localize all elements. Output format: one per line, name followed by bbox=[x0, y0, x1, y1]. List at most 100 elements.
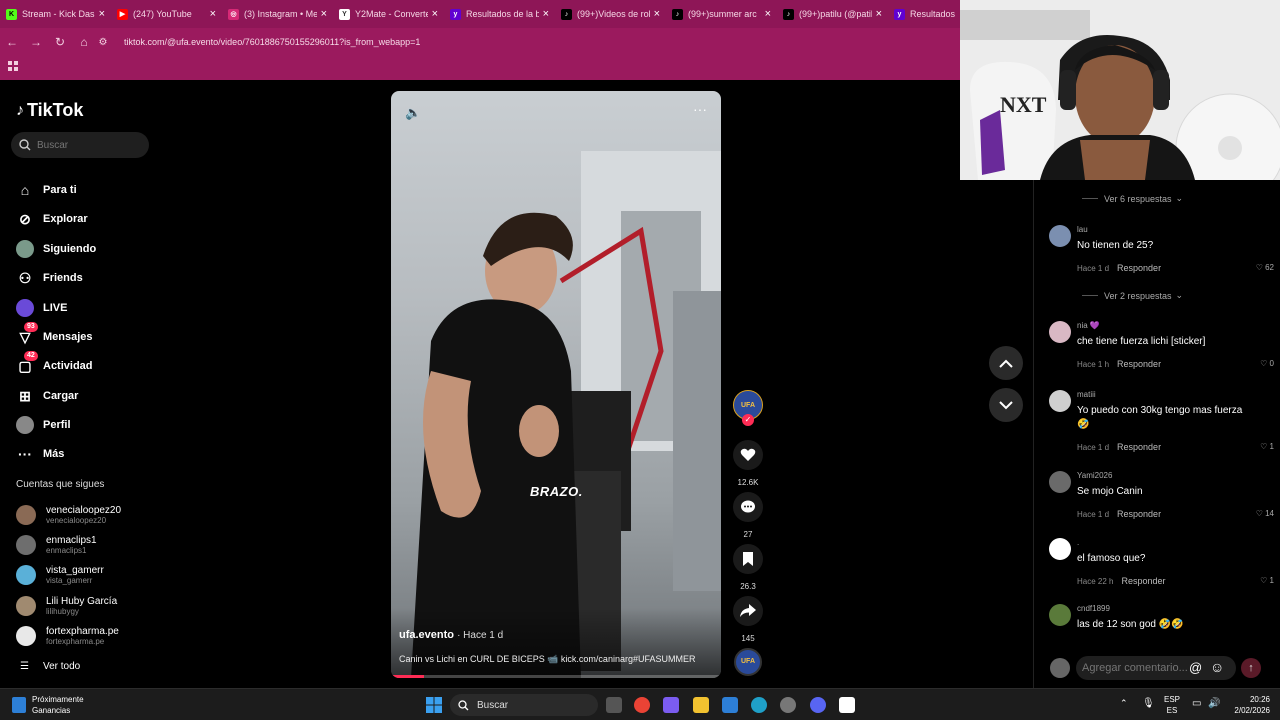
comment-user[interactable]: cndf1899 bbox=[1077, 604, 1110, 613]
following-account[interactable]: venecialoopez20 venecialoopez20 bbox=[16, 502, 121, 528]
edge-icon[interactable] bbox=[751, 697, 767, 713]
search-input[interactable] bbox=[37, 139, 137, 151]
reply-button[interactable]: Responder bbox=[1117, 263, 1161, 273]
nav-item-friends[interactable]: ⚇ Friends bbox=[16, 268, 83, 288]
mic-icon[interactable]: 🎙 bbox=[1142, 698, 1155, 709]
more-options-icon[interactable]: ··· bbox=[693, 101, 707, 117]
view-replies-2[interactable]: Ver 2 respuestas ⌄ bbox=[1082, 290, 1183, 301]
browser-tab[interactable]: Y Y2Mate - Converter × bbox=[333, 2, 444, 26]
nav-item-perfil[interactable]: Perfil bbox=[16, 415, 71, 435]
apps-grid-icon[interactable] bbox=[8, 61, 19, 72]
following-account[interactable]: fortexpharma.pe fortexpharma.pe bbox=[16, 623, 119, 649]
url-field[interactable]: tiktok.com/@ufa.evento/video/76018867501… bbox=[124, 37, 420, 47]
close-tab-icon[interactable]: × bbox=[99, 8, 105, 20]
nav-item-explorar[interactable]: ⊘ Explorar bbox=[16, 209, 88, 229]
browser-tab[interactable]: K Stream - Kick Dash × bbox=[0, 2, 111, 26]
avatar[interactable] bbox=[1049, 225, 1071, 247]
follow-check-icon[interactable]: ✓ bbox=[742, 414, 754, 426]
volume-icon[interactable]: 🔈 bbox=[405, 105, 421, 121]
taskbar-search[interactable]: Buscar bbox=[450, 694, 598, 716]
next-video-button[interactable] bbox=[989, 388, 1023, 422]
browser-tab[interactable]: ▶ (247) YouTube × bbox=[111, 2, 222, 26]
reload-icon[interactable]: ↻ bbox=[48, 35, 72, 49]
task-view-icon[interactable] bbox=[606, 697, 622, 713]
comment-user[interactable]: lau bbox=[1077, 225, 1088, 234]
nav-item-cargar[interactable]: ⊞ Cargar bbox=[16, 386, 78, 406]
copilot-icon[interactable] bbox=[663, 697, 679, 713]
nav-item-ms[interactable]: ··· Más bbox=[16, 444, 64, 464]
monitor-icon[interactable]: ▭ bbox=[1192, 698, 1201, 709]
close-tab-icon[interactable]: × bbox=[654, 8, 660, 20]
site-info-icon[interactable]: ⚙ bbox=[96, 37, 110, 48]
reply-button[interactable]: Responder bbox=[1117, 442, 1161, 452]
discord-icon[interactable] bbox=[810, 697, 826, 713]
close-tab-icon[interactable]: × bbox=[321, 8, 327, 20]
comment-like-button[interactable]: ♡ 1 bbox=[1260, 576, 1274, 585]
close-tab-icon[interactable]: × bbox=[432, 8, 438, 20]
video-author[interactable]: ufa.evento · Hace 1 d bbox=[399, 629, 503, 641]
send-icon[interactable]: ↑ bbox=[1241, 658, 1261, 678]
clock[interactable]: 20:26 2/02/2026 bbox=[1226, 694, 1270, 716]
emoji-icon[interactable]: ☺ bbox=[1210, 659, 1224, 675]
nav-item-actividad[interactable]: ▢ 42 Actividad bbox=[16, 351, 93, 376]
browser-tab[interactable]: ♪(99+)Videos de robot× bbox=[555, 2, 666, 26]
share-button[interactable]: 145 bbox=[732, 596, 764, 643]
like-button[interactable]: 12.6K bbox=[732, 440, 764, 487]
sound-disc[interactable]: UFA bbox=[732, 648, 764, 676]
back-icon[interactable]: ← bbox=[0, 35, 24, 49]
close-tab-icon[interactable]: × bbox=[543, 8, 549, 20]
save-button[interactable]: 26.3 bbox=[732, 544, 764, 591]
video-progress-bar[interactable] bbox=[391, 675, 721, 678]
close-tab-icon[interactable]: × bbox=[765, 8, 771, 20]
weather-widget[interactable]: Próximamente Ganancias bbox=[12, 694, 84, 716]
close-tab-icon[interactable]: × bbox=[210, 8, 216, 20]
creator-avatar[interactable]: UFA ✓ bbox=[732, 390, 764, 426]
speaker-icon[interactable]: 🔊 bbox=[1208, 698, 1220, 709]
store-icon[interactable] bbox=[722, 697, 738, 713]
author-name[interactable]: ufa.evento bbox=[399, 629, 454, 641]
nav-item-live[interactable]: LIVE bbox=[16, 298, 67, 318]
see-all-link[interactable]: ☰ Ver todo bbox=[20, 661, 80, 672]
nav-item-siguiendo[interactable]: Siguiendo bbox=[16, 239, 96, 259]
reply-button[interactable]: Responder bbox=[1117, 509, 1161, 519]
comment-like-button[interactable]: ♡ 0 bbox=[1260, 359, 1274, 368]
comment-like-button[interactable]: ♡ 62 bbox=[1256, 263, 1274, 272]
browser-tab[interactable]: yResultados× bbox=[888, 2, 960, 26]
comment-user[interactable]: matiii bbox=[1077, 390, 1096, 399]
avatar[interactable] bbox=[1049, 538, 1071, 560]
close-tab-icon[interactable]: × bbox=[876, 8, 882, 20]
view-replies-1[interactable]: Ver 6 respuestas ⌄ bbox=[1082, 193, 1183, 204]
browser-tab[interactable]: ◎(3) Instagram • Messages× bbox=[222, 2, 333, 26]
chrome-icon[interactable] bbox=[634, 697, 650, 713]
windows-start-icon[interactable] bbox=[426, 697, 442, 713]
home-browser-icon[interactable]: ⌂ bbox=[72, 35, 96, 49]
avatar[interactable] bbox=[1049, 321, 1071, 343]
browser-tab[interactable]: yResultados de la búsqueda× bbox=[444, 2, 555, 26]
comment-like-button[interactable]: ♡ 1 bbox=[1260, 442, 1274, 451]
following-account[interactable]: enmaclips1 enmaclips1 bbox=[16, 532, 97, 558]
following-account[interactable]: Lili Huby García lilihubygy bbox=[16, 593, 117, 619]
tiktok-logo[interactable]: ♪ TikTok bbox=[16, 100, 83, 121]
avatar[interactable] bbox=[1049, 471, 1071, 493]
comment-user[interactable]: nia 💜 bbox=[1077, 321, 1100, 330]
reply-button[interactable]: Responder bbox=[1117, 359, 1161, 369]
forward-icon[interactable]: → bbox=[24, 35, 48, 49]
following-account[interactable]: vista_gamerr vista_gamerr bbox=[16, 562, 104, 588]
mention-icon[interactable]: @ bbox=[1189, 660, 1202, 675]
tray-chevron-icon[interactable]: ⌃ bbox=[1120, 698, 1128, 709]
video-description[interactable]: Canin vs Lichi en CURL DE BICEPS 📹 kick.… bbox=[399, 654, 695, 665]
comment-user[interactable]: . bbox=[1077, 538, 1079, 547]
comment-button[interactable]: 27 bbox=[732, 492, 764, 539]
video-player[interactable]: 🔈 ··· BRAZO. ufa.evento · Hace 1 d Canin… bbox=[391, 91, 721, 678]
nav-item-parati[interactable]: ⌂ Para ti bbox=[16, 180, 77, 200]
reply-button[interactable]: Responder bbox=[1121, 576, 1165, 586]
browser-tab[interactable]: ♪ (99+)summer arc × bbox=[666, 2, 777, 26]
language-indicator[interactable]: ESP ES bbox=[1164, 694, 1180, 716]
previous-video-button[interactable] bbox=[989, 346, 1023, 380]
comment-like-button[interactable]: ♡ 14 bbox=[1256, 509, 1274, 518]
nav-item-mensajes[interactable]: ▽ 93 Mensajes bbox=[16, 322, 93, 347]
avatar[interactable] bbox=[1049, 390, 1071, 412]
avatar[interactable] bbox=[1049, 604, 1071, 626]
browser-tab[interactable]: ♪(99+)patilu (@patilu)× bbox=[777, 2, 888, 26]
search-box[interactable] bbox=[11, 132, 149, 158]
